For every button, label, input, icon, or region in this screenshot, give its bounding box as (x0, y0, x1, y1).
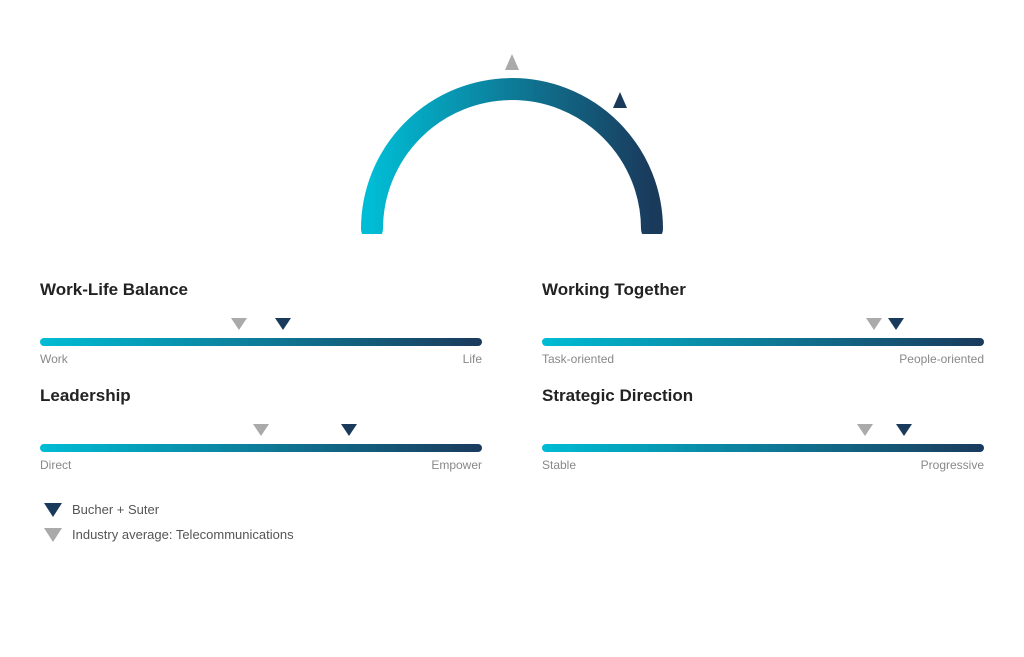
arch-svg (352, 44, 672, 234)
range-label-right-working-together: People-oriented (899, 352, 984, 366)
industry-marker-work-life-balance (231, 318, 247, 330)
slider-fill-work-life-balance (40, 338, 482, 346)
slider-range-labels-work-life-balance: Work Life (40, 352, 482, 366)
slider-title-work-life-balance: Work-Life Balance (40, 280, 482, 300)
arch-wrapper (352, 44, 672, 244)
gray-triangle-strategic-direction (857, 424, 873, 436)
gray-triangle-work-life-balance (231, 318, 247, 330)
slider-track-working-together (542, 338, 984, 346)
navy-triangle-work-life-balance (275, 318, 291, 330)
slider-fill-working-together (542, 338, 984, 346)
industry-marker-strategic-direction (857, 424, 873, 436)
industry-marker-working-together (866, 318, 882, 330)
slider-title-working-together: Working Together (542, 280, 984, 300)
range-label-left-leadership: Direct (40, 458, 71, 472)
arch-section (40, 20, 984, 250)
slider-section-working-together: Working Together Task-oriented People-or… (542, 280, 984, 366)
range-label-right-strategic-direction: Progressive (921, 458, 984, 472)
slider-section-strategic-direction: Strategic Direction Stable Progressive (542, 386, 984, 472)
legend-icon-navy (44, 503, 62, 517)
legend-label-navy: Bucher + Suter (72, 502, 159, 517)
company-marker-leadership (341, 424, 357, 436)
range-label-right-leadership: Empower (431, 458, 482, 472)
slider-title-leadership: Leadership (40, 386, 482, 406)
gray-triangle-working-together (866, 318, 882, 330)
slider-range-labels-strategic-direction: Stable Progressive (542, 458, 984, 472)
sliders-grid: Work-Life Balance Work Life (40, 280, 984, 472)
gray-triangle-leadership (253, 424, 269, 436)
legend-label-gray: Industry average: Telecommunications (72, 527, 294, 542)
range-label-left-working-together: Task-oriented (542, 352, 614, 366)
slider-section-work-life-balance: Work-Life Balance Work Life (40, 280, 482, 366)
slider-arrows-leadership (40, 424, 482, 438)
slider-track-wrapper-strategic-direction (542, 424, 984, 452)
legend-icon-gray (44, 528, 62, 542)
range-label-right-work-life-balance: Life (463, 352, 482, 366)
slider-track-wrapper-leadership (40, 424, 482, 452)
slider-arrows-working-together (542, 318, 984, 332)
slider-arrows-work-life-balance (40, 318, 482, 332)
slider-track-wrapper-working-together (542, 318, 984, 346)
company-marker-work-life-balance (275, 318, 291, 330)
navy-triangle-leadership (341, 424, 357, 436)
slider-track-leadership (40, 444, 482, 452)
slider-range-labels-working-together: Task-oriented People-oriented (542, 352, 984, 366)
arch-chart-wrapper (352, 44, 672, 250)
slider-track-strategic-direction (542, 444, 984, 452)
navy-triangle-working-together (888, 318, 904, 330)
industry-marker-leadership (253, 424, 269, 436)
legend-item: Industry average: Telecommunications (44, 527, 984, 542)
range-label-left-work-life-balance: Work (40, 352, 68, 366)
slider-track-work-life-balance (40, 338, 482, 346)
slider-fill-strategic-direction (542, 444, 984, 452)
slider-range-labels-leadership: Direct Empower (40, 458, 482, 472)
slider-title-strategic-direction: Strategic Direction (542, 386, 984, 406)
legend-item: Bucher + Suter (44, 502, 984, 517)
slider-track-wrapper-work-life-balance (40, 318, 482, 346)
slider-section-leadership: Leadership Direct Empower (40, 386, 482, 472)
company-marker-strategic-direction (896, 424, 912, 436)
navy-triangle-strategic-direction (896, 424, 912, 436)
range-label-left-strategic-direction: Stable (542, 458, 576, 472)
company-marker-working-together (888, 318, 904, 330)
slider-fill-leadership (40, 444, 482, 452)
legend: Bucher + Suter Industry average: Telecom… (40, 502, 984, 542)
page-container: Work-Life Balance Work Life (0, 0, 1024, 572)
slider-arrows-strategic-direction (542, 424, 984, 438)
